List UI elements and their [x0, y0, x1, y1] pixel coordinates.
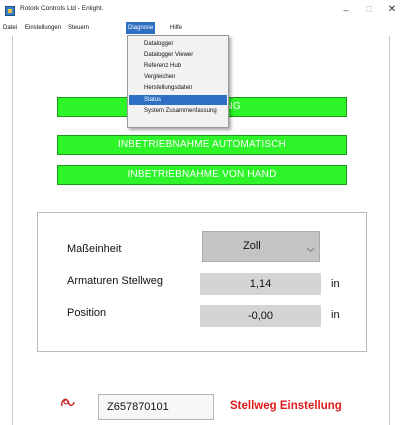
menu-item-referenz-hub[interactable]: Referenz Hub [129, 61, 227, 71]
title-bar: Rotork Controls Ltd - Enlight. – ☐ ✕ [0, 0, 404, 22]
menu-steuern[interactable]: Steuern [66, 22, 91, 34]
minimize-button[interactable]: – [334, 2, 358, 18]
unit-select[interactable]: Zoll [202, 231, 320, 262]
menu-diagnose[interactable]: Diagnose [126, 22, 156, 34]
menu-item-herstellungsdaten[interactable]: Herstellungsdaten [129, 83, 227, 93]
close-button[interactable]: ✕ [380, 2, 404, 18]
window-title: Rotork Controls Ltd - Enlight. [20, 5, 104, 12]
chevron-down-icon[interactable] [306, 247, 315, 253]
menu-datei[interactable]: Datei [1, 22, 19, 34]
status-text: Stellweg Einstellung [230, 400, 342, 412]
stroke-label: Armaturen Stellweg [67, 275, 163, 287]
position-unit: in [331, 309, 340, 321]
serial-number-field: Z657870101 [98, 394, 214, 420]
position-value: -0,00 [200, 305, 321, 327]
menu-item-datalogger-viewer[interactable]: Datalogger Viewer [129, 50, 227, 60]
rotork-logo-icon [61, 398, 75, 407]
menu-item-datalogger[interactable]: Datalogger [129, 39, 227, 49]
commissioning-manual-button[interactable]: INBETRIEBNAHME VON HAND [57, 165, 347, 185]
app-icon [5, 6, 15, 16]
stroke-value: 1,14 [200, 273, 321, 295]
menu-item-system-zusammenfassung[interactable]: System Zusammenfassung [129, 106, 227, 116]
menu-item-status[interactable]: Status [129, 95, 227, 105]
menu-hilfe[interactable]: Hilfe [168, 22, 184, 34]
maximize-button[interactable]: ☐ [357, 2, 381, 18]
unit-label: Maßeinheit [67, 243, 122, 255]
menu-bar: Datei Einstellungen Steuern Diagnose Hil… [0, 22, 404, 34]
menu-einstellungen[interactable]: Einstellungen [23, 22, 63, 34]
stroke-unit: in [331, 278, 340, 290]
menu-item-vergleichen[interactable]: Vergleichen [129, 72, 227, 82]
diagnose-dropdown-menu: Datalogger Datalogger Viewer Referenz Hu… [127, 35, 229, 128]
position-label: Position [67, 307, 107, 319]
commissioning-auto-button[interactable]: INBETRIEBNAHME AUTOMATISCH [57, 135, 347, 155]
